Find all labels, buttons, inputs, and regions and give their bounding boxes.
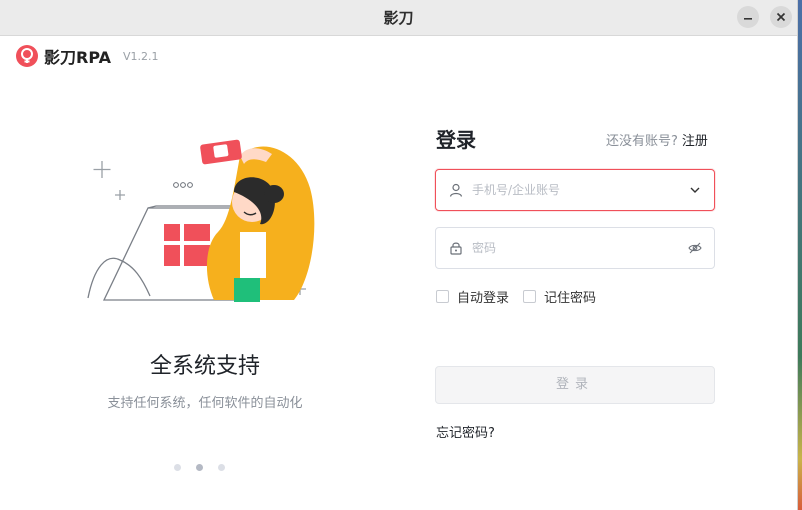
auto-login-label[interactable]: 自动登录: [457, 287, 509, 306]
username-field[interactable]: [435, 169, 715, 211]
chevron-down-icon[interactable]: [688, 183, 702, 197]
auto-login-option[interactable]: 自动登录: [436, 287, 509, 306]
carousel-dot[interactable]: [174, 464, 181, 471]
logo-icon: [16, 45, 38, 67]
carousel-dot-active[interactable]: [196, 464, 203, 471]
title-bar[interactable]: 影刀: [0, 0, 797, 36]
username-input[interactable]: [472, 183, 672, 197]
no-account-text: 还没有账号?: [606, 134, 678, 149]
minimize-button[interactable]: [737, 6, 759, 28]
forgot-password-link[interactable]: 忘记密码?: [436, 422, 495, 441]
desktop-background: [798, 0, 802, 510]
carousel-subtitle: 支持任何系统，任何软件的自动化: [107, 396, 303, 411]
app-name: 影刀RPA: [44, 48, 111, 67]
user-icon: [449, 183, 463, 197]
remember-password-checkbox[interactable]: [523, 290, 537, 303]
eye-off-icon[interactable]: [688, 241, 702, 255]
password-field[interactable]: [435, 227, 715, 269]
login-options: 自动登录 记住密码: [436, 287, 596, 306]
carousel-dot[interactable]: [218, 464, 225, 471]
lock-icon: [450, 242, 462, 255]
close-icon: [776, 12, 786, 22]
carousel-title: 全系统支持: [149, 354, 260, 379]
password-input[interactable]: [472, 241, 672, 255]
carousel-illustration: [87, 139, 315, 302]
app-version: V1.2.1: [122, 49, 159, 63]
register-link[interactable]: 注册: [682, 134, 708, 149]
close-button[interactable]: [770, 6, 792, 28]
remember-password-option[interactable]: 记住密码: [523, 287, 596, 306]
login-heading: 登录: [436, 128, 476, 152]
auto-login-checkbox[interactable]: [436, 290, 449, 303]
window-title: 影刀: [383, 9, 414, 27]
login-button[interactable]: 登录: [435, 366, 715, 404]
app-header: 影刀RPA V1.2.1: [16, 45, 158, 67]
remember-password-label[interactable]: 记住密码: [544, 287, 596, 306]
register-prompt: 还没有账号? 注册: [606, 130, 708, 149]
carousel-dots: [174, 464, 225, 471]
app-window: 影刀 影刀RPA V1.2.1 全系统支持 支持任何系统，任何软件的自动化 登录…: [0, 0, 798, 510]
minimize-icon: [744, 18, 752, 20]
